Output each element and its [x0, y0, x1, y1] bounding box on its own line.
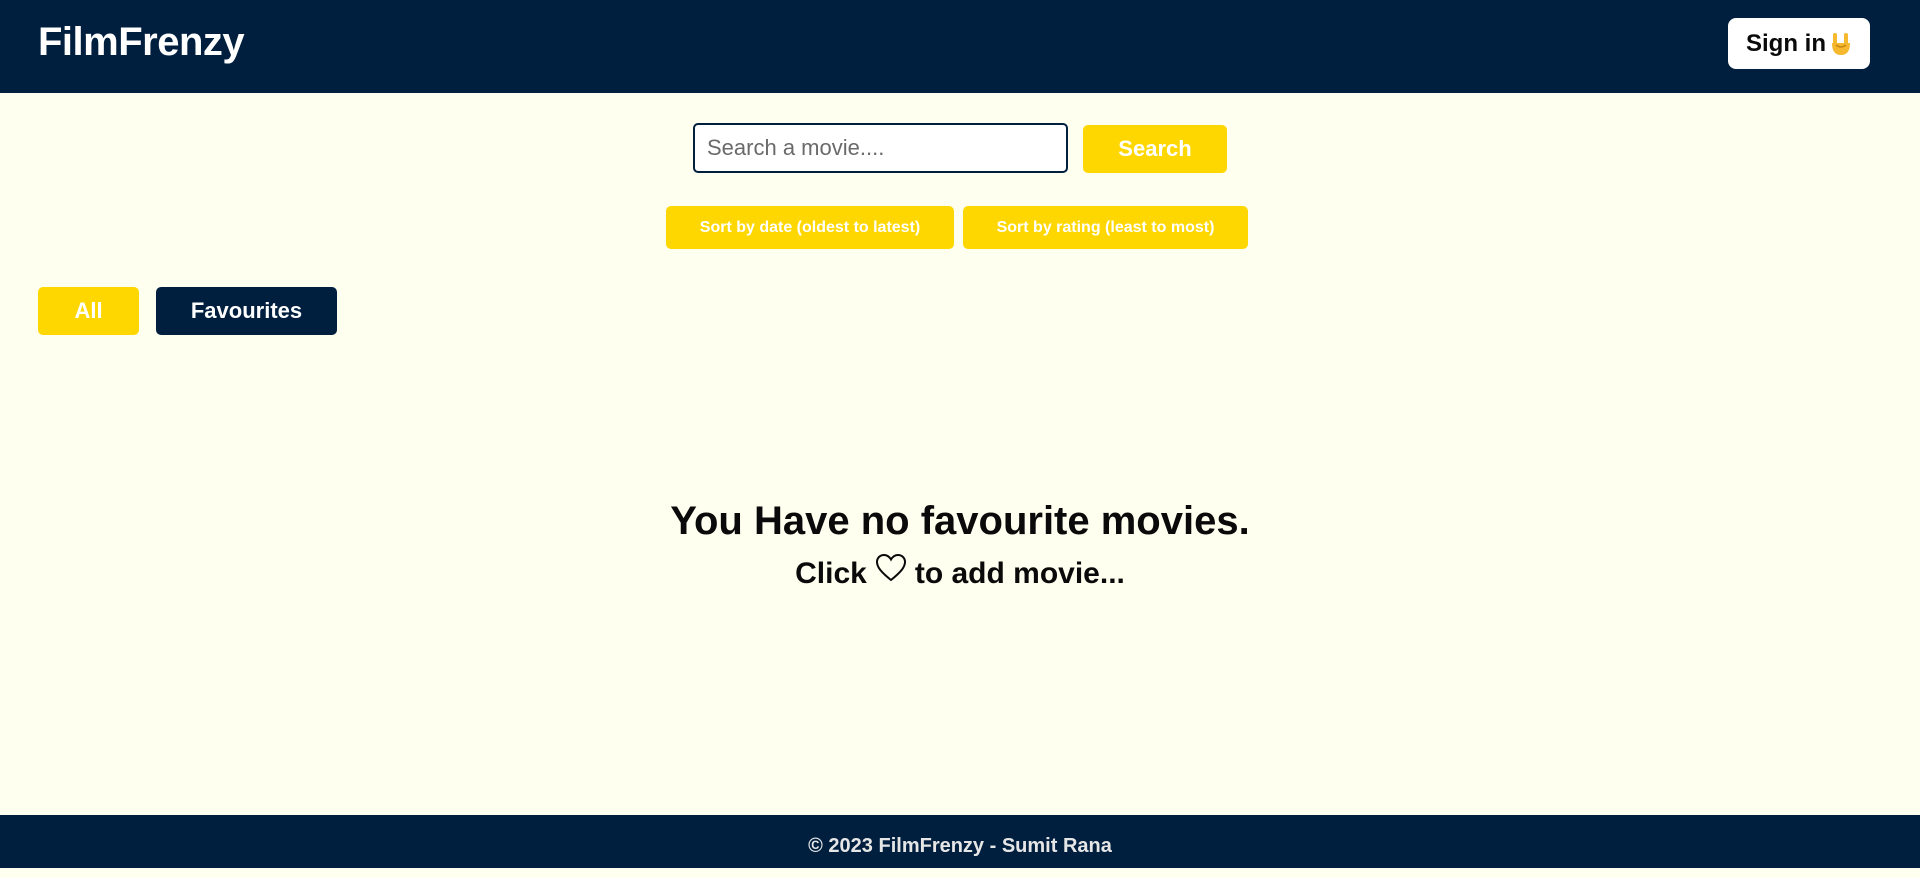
sign-in-button[interactable]: Sign in — [1728, 18, 1870, 69]
empty-state-prefix: Click — [795, 557, 867, 590]
sort-by-date-button[interactable]: Sort by date (oldest to latest) — [666, 206, 954, 249]
footer: © 2023 FilmFrenzy - Sumit Rana — [0, 815, 1920, 868]
search-bar: Search — [0, 123, 1920, 175]
empty-state-subtitle: Click to add movie... — [0, 553, 1920, 592]
rock-on-hand-icon — [1830, 31, 1852, 57]
brand-logo[interactable]: FilmFrenzy — [38, 18, 245, 66]
empty-state-suffix: to add movie... — [914, 557, 1125, 590]
empty-state-title: You Have no favourite movies. — [670, 499, 1250, 543]
search-button[interactable]: Search — [1083, 125, 1227, 173]
top-navbar: FilmFrenzy Sign in — [0, 0, 1920, 93]
tab-all[interactable]: All — [38, 287, 139, 335]
sign-in-label: Sign in — [1746, 29, 1826, 57]
heart-outline-icon — [875, 553, 907, 583]
search-input[interactable] — [693, 123, 1068, 173]
footer-text: © 2023 FilmFrenzy - Sumit Rana — [808, 835, 1112, 857]
sort-by-rating-button[interactable]: Sort by rating (least to most) — [963, 206, 1248, 249]
tab-favourites[interactable]: Favourites — [156, 287, 337, 335]
